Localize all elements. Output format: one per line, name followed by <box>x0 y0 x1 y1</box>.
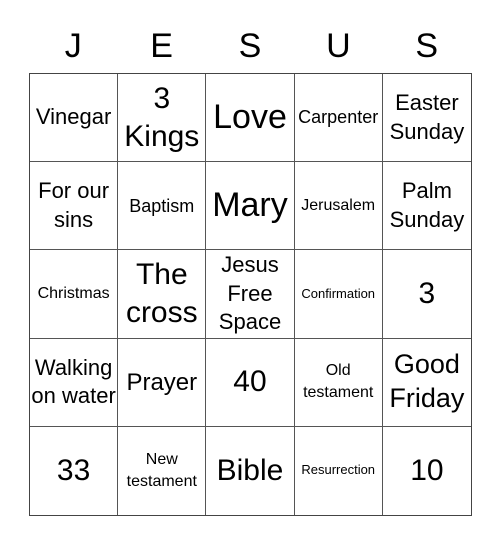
header-letter-s: S <box>238 27 262 65</box>
bingo-cell[interactable]: For our sins <box>30 162 119 251</box>
bingo-cell[interactable]: Prayer <box>118 338 207 427</box>
bingo-cell[interactable]: Good Friday <box>382 339 471 427</box>
header-letter-s2: S <box>415 27 439 65</box>
bingo-cell[interactable]: The cross <box>118 250 207 339</box>
bingo-cell[interactable]: Love <box>206 74 295 163</box>
bingo-cell[interactable]: 3 <box>382 250 471 339</box>
bingo-grid: Vinegar 3 Kings Love Carpenter Easter Su… <box>29 73 472 516</box>
bingo-header: J E S U S <box>29 20 471 72</box>
bingo-cell[interactable]: Mary <box>206 162 295 251</box>
bingo-cell[interactable]: Christmas <box>30 250 119 339</box>
free-space-cell[interactable]: Jesus Free Space <box>206 250 295 339</box>
bingo-cell[interactable]: Palm Sunday <box>382 162 471 251</box>
bingo-cell[interactable]: New testament <box>118 426 207 515</box>
bingo-cell[interactable]: Jerusalem <box>294 162 383 251</box>
bingo-cell[interactable]: Easter Sunday <box>382 74 471 163</box>
bingo-cell[interactable]: 3 Kings <box>118 74 207 163</box>
bingo-cell[interactable]: Vinegar <box>30 74 119 163</box>
bingo-cell[interactable]: Resurrection <box>295 426 383 515</box>
bingo-cell[interactable]: Old testament <box>294 338 383 427</box>
bingo-cell[interactable]: Bible <box>206 426 295 515</box>
bingo-cell[interactable]: Confirmation <box>294 250 383 339</box>
header-letter-e: E <box>150 27 173 65</box>
bingo-cell[interactable]: 33 <box>30 426 119 515</box>
bingo-cell[interactable]: Carpenter <box>294 74 383 163</box>
bingo-cell[interactable]: 40 <box>206 338 295 427</box>
bingo-cell[interactable]: Walking on water <box>30 338 119 427</box>
header-letter-j: J <box>64 27 82 65</box>
bingo-cell[interactable]: Baptism <box>118 162 207 251</box>
bingo-cell[interactable]: 10 <box>383 427 471 515</box>
header-letter-u: U <box>326 27 351 65</box>
